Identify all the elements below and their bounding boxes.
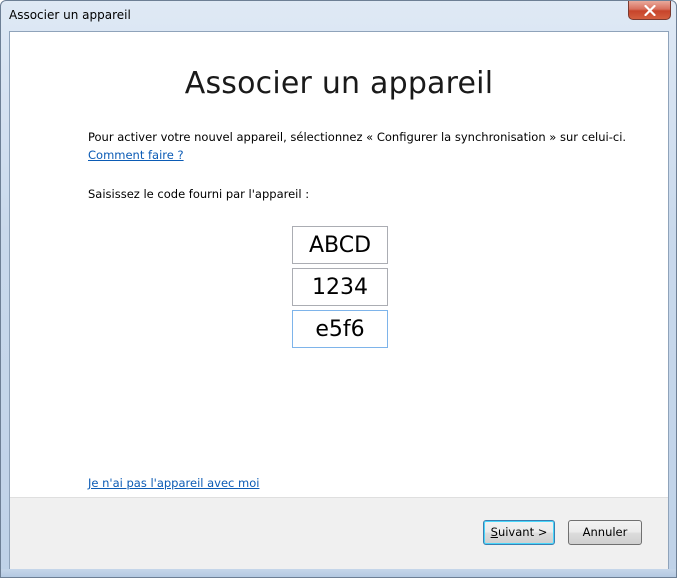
instruction-text: Pour activer votre nouvel appareil, séle…: [88, 130, 627, 144]
code-prompt-label: Saisissez le code fourni par l'appareil …: [88, 187, 310, 201]
cancel-button[interactable]: Annuler: [568, 520, 642, 545]
title-bar[interactable]: Associer un appareil: [1, 1, 676, 31]
next-button[interactable]: Suivant >: [483, 520, 555, 545]
next-button-label: uivant >: [497, 525, 548, 539]
close-icon: [643, 4, 656, 16]
code-field-2[interactable]: [292, 268, 388, 306]
code-field-3[interactable]: [292, 310, 388, 348]
window-bottom-border: [1, 569, 676, 577]
window-title: Associer un appareil: [9, 8, 131, 22]
code-field-1[interactable]: [292, 226, 388, 264]
how-to-link[interactable]: Comment faire ?: [88, 148, 184, 162]
next-button-accelerator: S: [490, 525, 498, 539]
no-device-link[interactable]: Je n'ai pas l'appareil avec moi: [88, 476, 259, 490]
dialog-content: Associer un appareil Pour activer votre …: [9, 31, 669, 571]
page-title: Associer un appareil: [184, 66, 494, 101]
dialog-window: Associer un appareil Associer un apparei…: [0, 0, 677, 578]
close-button[interactable]: [628, 1, 671, 20]
